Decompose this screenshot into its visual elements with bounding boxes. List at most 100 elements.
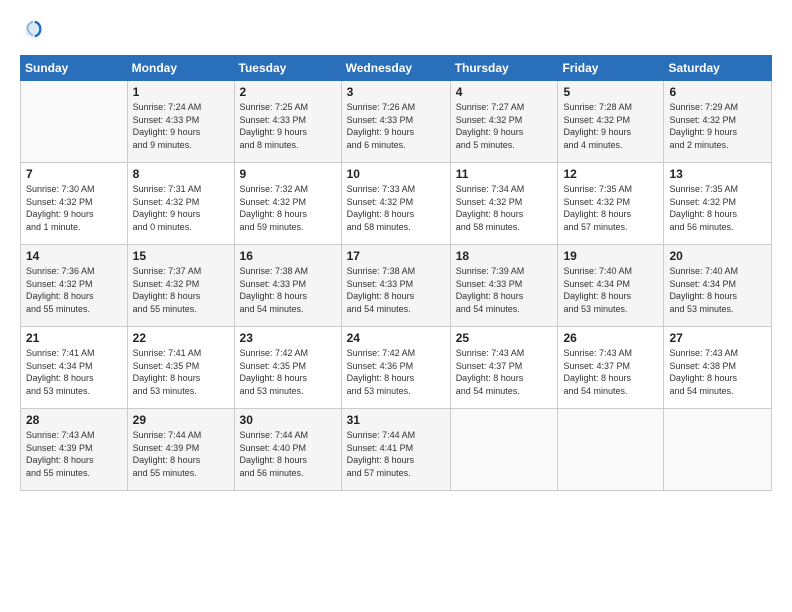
day-info: Sunrise: 7:43 AM Sunset: 4:38 PM Dayligh… [669, 347, 766, 397]
day-cell: 6 Sunrise: 7:29 AM Sunset: 4:32 PM Daylig… [664, 81, 772, 163]
day-info: Sunrise: 7:38 AM Sunset: 4:33 PM Dayligh… [347, 265, 445, 315]
day-cell: 10Sunrise: 7:33 AM Sunset: 4:32 PM Dayli… [341, 163, 450, 245]
day-number: 11 [456, 167, 553, 181]
day-cell: 12 Sunrise: 7:35 AM Sunset: 4:32 PM Dayli… [558, 163, 664, 245]
week-row-4: 21 Sunrise: 7:41 AM Sunset: 4:34 PM Dayli… [21, 327, 772, 409]
day-cell: 26 Sunrise: 7:43 AM Sunset: 4:37 PM Dayli… [558, 327, 664, 409]
day-number: 3 [347, 85, 445, 99]
day-info: Sunrise: 7:31 AM Sunset: 4:32 PM Dayligh… [133, 183, 229, 233]
calendar-table: SundayMondayTuesdayWednesdayThursdayFrid… [20, 55, 772, 491]
weekday-thursday: Thursday [450, 56, 558, 81]
day-info: Sunrise: 7:42 AM Sunset: 4:35 PM Dayligh… [240, 347, 336, 397]
day-number: 27 [669, 331, 766, 345]
day-number: 1 [133, 85, 229, 99]
day-cell: 9 Sunrise: 7:32 AM Sunset: 4:32 PM Daylig… [234, 163, 341, 245]
day-info: Sunrise: 7:24 AM Sunset: 4:33 PM Dayligh… [133, 101, 229, 151]
day-info: Sunrise: 7:26 AM Sunset: 4:33 PM Dayligh… [347, 101, 445, 151]
day-number: 2 [240, 85, 336, 99]
day-cell: 11 Sunrise: 7:34 AM Sunset: 4:32 PM Dayli… [450, 163, 558, 245]
weekday-wednesday: Wednesday [341, 56, 450, 81]
day-number: 22 [133, 331, 229, 345]
day-info: Sunrise: 7:43 AM Sunset: 4:37 PM Dayligh… [563, 347, 658, 397]
day-info: Sunrise: 7:40 AM Sunset: 4:34 PM Dayligh… [669, 265, 766, 315]
logo [20, 18, 44, 45]
weekday-saturday: Saturday [664, 56, 772, 81]
day-info: Sunrise: 7:43 AM Sunset: 4:39 PM Dayligh… [26, 429, 122, 479]
day-cell: 19 Sunrise: 7:40 AM Sunset: 4:34 PM Dayli… [558, 245, 664, 327]
day-info: Sunrise: 7:39 AM Sunset: 4:33 PM Dayligh… [456, 265, 553, 315]
day-info: Sunrise: 7:44 AM Sunset: 4:41 PM Dayligh… [347, 429, 445, 479]
week-row-1: 1 Sunrise: 7:24 AM Sunset: 4:33 PM Daylig… [21, 81, 772, 163]
day-cell: 31Sunrise: 7:44 AM Sunset: 4:41 PM Dayli… [341, 409, 450, 491]
day-cell: 22Sunrise: 7:41 AM Sunset: 4:35 PM Dayli… [127, 327, 234, 409]
day-info: Sunrise: 7:42 AM Sunset: 4:36 PM Dayligh… [347, 347, 445, 397]
weekday-header-row: SundayMondayTuesdayWednesdayThursdayFrid… [21, 56, 772, 81]
day-info: Sunrise: 7:43 AM Sunset: 4:37 PM Dayligh… [456, 347, 553, 397]
day-cell [558, 409, 664, 491]
day-number: 5 [563, 85, 658, 99]
day-number: 12 [563, 167, 658, 181]
day-info: Sunrise: 7:29 AM Sunset: 4:32 PM Dayligh… [669, 101, 766, 151]
day-info: Sunrise: 7:30 AM Sunset: 4:32 PM Dayligh… [26, 183, 122, 233]
weekday-friday: Friday [558, 56, 664, 81]
day-cell: 21 Sunrise: 7:41 AM Sunset: 4:34 PM Dayli… [21, 327, 128, 409]
day-info: Sunrise: 7:34 AM Sunset: 4:32 PM Dayligh… [456, 183, 553, 233]
day-info: Sunrise: 7:36 AM Sunset: 4:32 PM Dayligh… [26, 265, 122, 315]
day-number: 9 [240, 167, 336, 181]
day-info: Sunrise: 7:28 AM Sunset: 4:32 PM Dayligh… [563, 101, 658, 151]
day-info: Sunrise: 7:32 AM Sunset: 4:32 PM Dayligh… [240, 183, 336, 233]
day-info: Sunrise: 7:27 AM Sunset: 4:32 PM Dayligh… [456, 101, 553, 151]
day-cell: 16 Sunrise: 7:38 AM Sunset: 4:33 PM Dayli… [234, 245, 341, 327]
day-number: 16 [240, 249, 336, 263]
day-cell: 17 Sunrise: 7:38 AM Sunset: 4:33 PM Dayli… [341, 245, 450, 327]
day-cell: 20Sunrise: 7:40 AM Sunset: 4:34 PM Dayli… [664, 245, 772, 327]
day-cell: 24 Sunrise: 7:42 AM Sunset: 4:36 PM Dayli… [341, 327, 450, 409]
day-cell: 18 Sunrise: 7:39 AM Sunset: 4:33 PM Dayli… [450, 245, 558, 327]
day-cell [450, 409, 558, 491]
logo-icon [22, 18, 44, 40]
day-number: 21 [26, 331, 122, 345]
day-info: Sunrise: 7:41 AM Sunset: 4:34 PM Dayligh… [26, 347, 122, 397]
day-info: Sunrise: 7:38 AM Sunset: 4:33 PM Dayligh… [240, 265, 336, 315]
day-number: 17 [347, 249, 445, 263]
day-info: Sunrise: 7:35 AM Sunset: 4:32 PM Dayligh… [669, 183, 766, 233]
day-number: 19 [563, 249, 658, 263]
day-info: Sunrise: 7:33 AM Sunset: 4:32 PM Dayligh… [347, 183, 445, 233]
weekday-sunday: Sunday [21, 56, 128, 81]
week-row-3: 14 Sunrise: 7:36 AM Sunset: 4:32 PM Dayli… [21, 245, 772, 327]
day-number: 26 [563, 331, 658, 345]
day-cell: 1 Sunrise: 7:24 AM Sunset: 4:33 PM Daylig… [127, 81, 234, 163]
day-cell: 13 Sunrise: 7:35 AM Sunset: 4:32 PM Dayli… [664, 163, 772, 245]
day-number: 15 [133, 249, 229, 263]
day-number: 25 [456, 331, 553, 345]
day-cell: 25 Sunrise: 7:43 AM Sunset: 4:37 PM Dayli… [450, 327, 558, 409]
day-cell: 4 Sunrise: 7:27 AM Sunset: 4:32 PM Daylig… [450, 81, 558, 163]
day-number: 24 [347, 331, 445, 345]
weekday-tuesday: Tuesday [234, 56, 341, 81]
day-number: 28 [26, 413, 122, 427]
day-info: Sunrise: 7:25 AM Sunset: 4:33 PM Dayligh… [240, 101, 336, 151]
day-number: 14 [26, 249, 122, 263]
day-cell: 27 Sunrise: 7:43 AM Sunset: 4:38 PM Dayli… [664, 327, 772, 409]
day-cell: 2 Sunrise: 7:25 AM Sunset: 4:33 PM Daylig… [234, 81, 341, 163]
day-number: 30 [240, 413, 336, 427]
day-info: Sunrise: 7:44 AM Sunset: 4:40 PM Dayligh… [240, 429, 336, 479]
day-cell: 8 Sunrise: 7:31 AM Sunset: 4:32 PM Daylig… [127, 163, 234, 245]
day-number: 8 [133, 167, 229, 181]
week-row-5: 28 Sunrise: 7:43 AM Sunset: 4:39 PM Dayli… [21, 409, 772, 491]
day-cell: 23Sunrise: 7:42 AM Sunset: 4:35 PM Dayli… [234, 327, 341, 409]
header [20, 18, 772, 45]
day-cell: 14 Sunrise: 7:36 AM Sunset: 4:32 PM Dayli… [21, 245, 128, 327]
day-cell: 29Sunrise: 7:44 AM Sunset: 4:39 PM Dayli… [127, 409, 234, 491]
day-number: 18 [456, 249, 553, 263]
day-cell: 30 Sunrise: 7:44 AM Sunset: 4:40 PM Dayli… [234, 409, 341, 491]
day-info: Sunrise: 7:37 AM Sunset: 4:32 PM Dayligh… [133, 265, 229, 315]
page: SundayMondayTuesdayWednesdayThursdayFrid… [0, 0, 792, 612]
day-number: 4 [456, 85, 553, 99]
day-number: 6 [669, 85, 766, 99]
day-info: Sunrise: 7:40 AM Sunset: 4:34 PM Dayligh… [563, 265, 658, 315]
day-cell: 5 Sunrise: 7:28 AM Sunset: 4:32 PM Daylig… [558, 81, 664, 163]
day-info: Sunrise: 7:35 AM Sunset: 4:32 PM Dayligh… [563, 183, 658, 233]
day-cell: 3 Sunrise: 7:26 AM Sunset: 4:33 PM Daylig… [341, 81, 450, 163]
day-number: 13 [669, 167, 766, 181]
